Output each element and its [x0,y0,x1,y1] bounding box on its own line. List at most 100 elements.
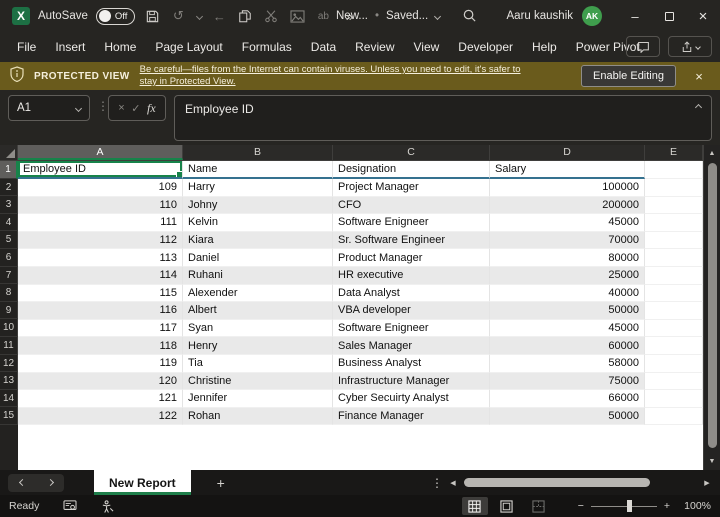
cell-b1[interactable]: Name [183,161,333,179]
excel-logo-icon[interactable]: X [12,7,30,25]
row-header-15[interactable]: 15 [0,407,18,425]
horizontal-scroll-track[interactable] [462,478,698,487]
cell-empty[interactable] [645,214,703,232]
add-sheet-icon[interactable]: + [211,475,231,491]
protected-view-message[interactable]: Be careful—files from the Internet can c… [140,64,540,88]
cell-salary[interactable]: 25000 [490,267,645,285]
cell-d1[interactable]: Salary [490,161,645,179]
document-title-area[interactable]: New... • Saved... [336,0,440,32]
undo-icon[interactable]: ↺ [169,6,187,26]
cell-id[interactable]: 121 [18,390,183,408]
cell-designation[interactable]: Data Analyst [333,285,490,303]
horizontal-scrollbar[interactable]: ◀ ▶ [448,470,712,495]
insert-function-icon[interactable]: fx [147,101,156,116]
cell-salary[interactable]: 75000 [490,373,645,391]
copy-icon[interactable] [236,6,254,26]
menu-tab-data[interactable]: Data [311,40,336,54]
cell-salary[interactable]: 200000 [490,197,645,215]
cell-id[interactable]: 122 [18,408,183,426]
cell-designation[interactable]: CFO [333,197,490,215]
page-layout-view-icon[interactable] [494,497,520,515]
search-icon[interactable] [462,8,477,26]
cancel-entry-icon[interactable]: × [118,102,124,114]
row-header-10[interactable]: 10 [0,319,18,337]
cell-empty[interactable] [645,197,703,215]
cell-name[interactable]: Kiara [183,232,333,250]
menu-tab-developer[interactable]: Developer [458,40,513,54]
row-header-13[interactable]: 13 [0,372,18,390]
horizontal-scroll-thumb[interactable] [464,478,650,487]
cell-id[interactable]: 120 [18,373,183,391]
cell-salary[interactable]: 58000 [490,355,645,373]
column-header-d[interactable]: D [490,145,645,160]
sheet-options-icon[interactable]: ⋮ [430,476,444,490]
row-header-7[interactable]: 7 [0,267,18,285]
zoom-out-icon[interactable]: − [578,500,584,512]
prev-sheet-icon[interactable] [18,479,25,486]
cell-id[interactable]: 117 [18,320,183,338]
cell-id[interactable]: 118 [18,337,183,355]
row-header-5[interactable]: 5 [0,231,18,249]
picture-icon[interactable] [288,6,306,26]
cell-designation[interactable]: Software Enigneer [333,214,490,232]
row-header-11[interactable]: 11 [0,337,18,355]
column-header-b[interactable]: B [183,145,333,160]
normal-view-icon[interactable] [462,497,488,515]
scroll-right-icon[interactable]: ▶ [702,479,712,487]
vertical-scroll-thumb[interactable] [708,163,717,448]
menu-tab-file[interactable]: File [17,40,36,54]
cell-name[interactable]: Harry [183,179,333,197]
menu-tab-formulas[interactable]: Formulas [242,40,292,54]
cell-name[interactable]: Kelvin [183,214,333,232]
cell-empty[interactable] [645,285,703,303]
cell-id[interactable]: 111 [18,214,183,232]
cell-empty[interactable] [645,320,703,338]
cell-empty[interactable] [645,355,703,373]
collapse-formula-bar-icon[interactable] [695,104,702,111]
cell-a1-selected[interactable]: Employee ID [18,161,183,179]
row-header-4[interactable]: 4 [0,214,18,232]
close-button[interactable]: × [686,0,720,32]
cell-designation[interactable]: Infrastructure Manager [333,373,490,391]
cell-salary[interactable]: 50000 [490,408,645,426]
scroll-left-icon[interactable]: ◀ [448,479,458,487]
user-name[interactable]: Aaru kaushik [507,10,573,22]
cell-name[interactable]: Christine [183,373,333,391]
cell-name[interactable]: Syan [183,320,333,338]
maximize-button[interactable] [652,0,686,32]
cell-designation[interactable]: Software Enigneer [333,320,490,338]
cell-id[interactable]: 119 [18,355,183,373]
cell-name[interactable]: Johny [183,197,333,215]
cell-salary[interactable]: 45000 [490,320,645,338]
banner-close-icon[interactable]: × [686,69,712,84]
select-all-corner[interactable] [0,145,18,161]
zoom-level[interactable]: 100% [677,500,711,512]
menu-tab-help[interactable]: Help [532,40,557,54]
cell-designation[interactable]: Finance Manager [333,408,490,426]
avatar[interactable]: AK [582,6,602,26]
cell-empty[interactable] [645,337,703,355]
autosave-toggle[interactable]: Off [96,8,136,25]
zoom-slider-handle[interactable] [627,500,632,512]
cell-designation[interactable]: HR executive [333,267,490,285]
macro-record-icon[interactable] [63,500,77,512]
share-button[interactable] [668,36,712,57]
cell-empty[interactable] [645,390,703,408]
scroll-down-icon[interactable]: ▼ [704,458,720,465]
cell-empty[interactable] [645,302,703,320]
accessibility-icon[interactable] [101,500,114,513]
comments-button[interactable] [626,36,660,57]
cell-designation[interactable]: Product Manager [333,249,490,267]
cell-id[interactable]: 109 [18,179,183,197]
title-dropdown-icon[interactable] [434,12,441,19]
cell-empty[interactable] [645,373,703,391]
vertical-scrollbar[interactable]: ▲ ▼ [703,145,720,470]
cell-salary[interactable]: 100000 [490,179,645,197]
cell-designation[interactable]: Cyber Secuirty Analyst [333,390,490,408]
row-header-14[interactable]: 14 [0,390,18,408]
cell-empty[interactable] [645,249,703,267]
page-break-view-icon[interactable] [526,497,552,515]
cell-designation[interactable]: Business Analyst [333,355,490,373]
scroll-up-icon[interactable]: ▲ [704,150,720,157]
cell-id[interactable]: 110 [18,197,183,215]
